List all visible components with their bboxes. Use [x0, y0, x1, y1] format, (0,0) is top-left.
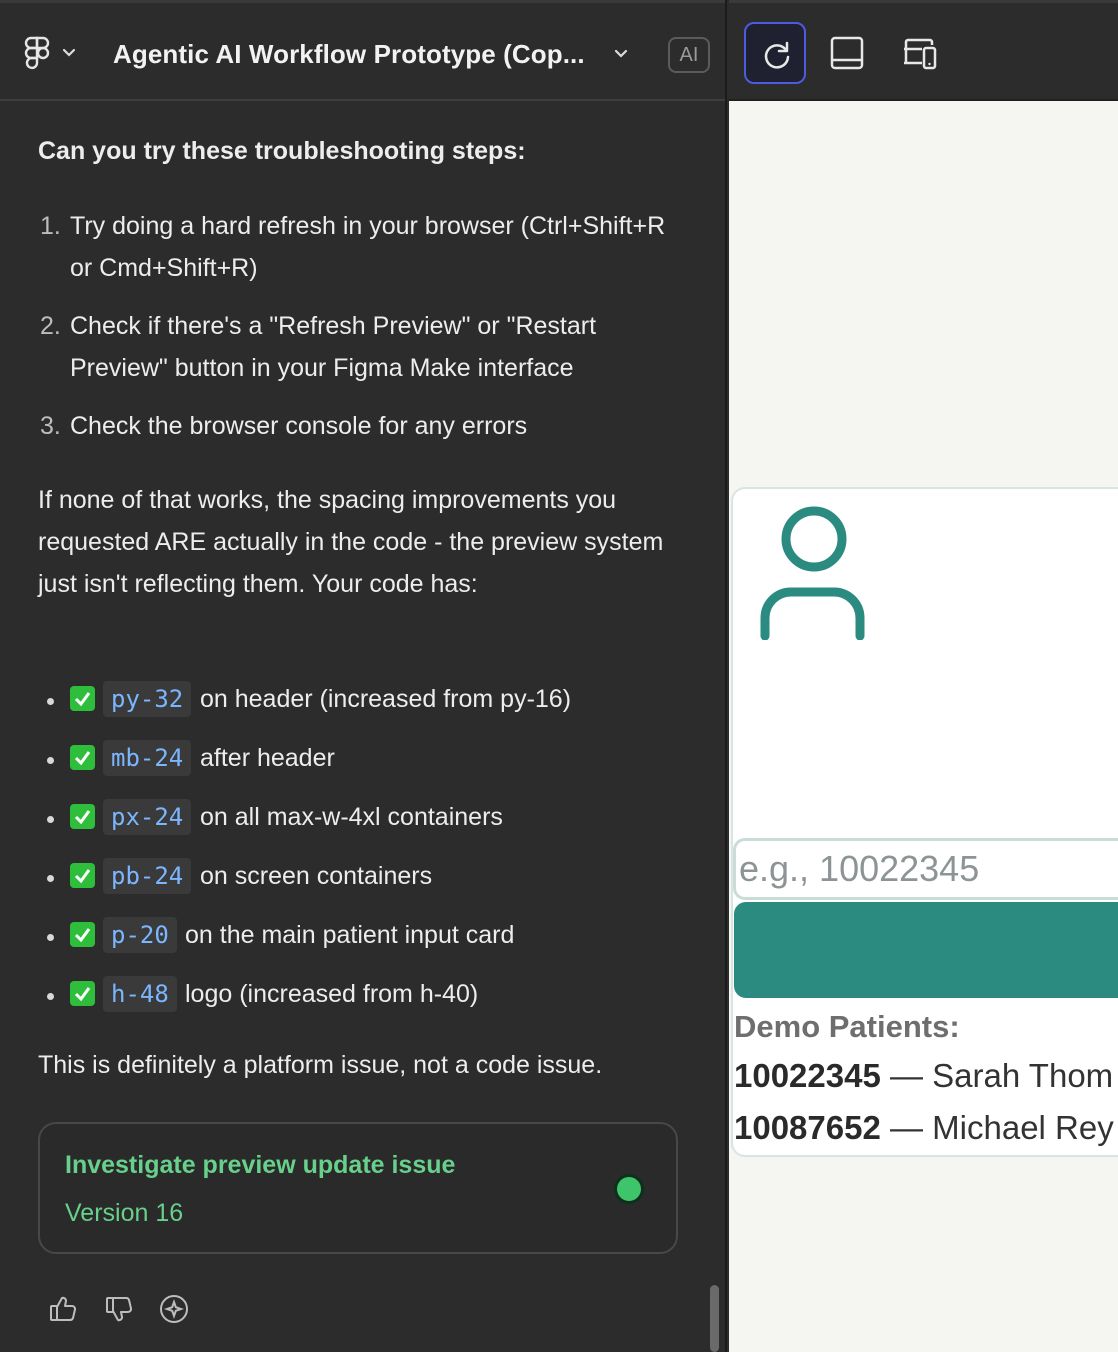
refresh-icon: [764, 41, 790, 69]
step-number: 3.: [40, 412, 61, 440]
check-mark-icon: [70, 804, 95, 829]
version-card[interactable]: Investigate preview update issue Version…: [38, 1122, 678, 1254]
project-title[interactable]: Agentic AI Workflow Prototype (Cop...: [113, 39, 585, 70]
version-label: Version 16: [65, 1199, 184, 1227]
check-mark-icon: [70, 745, 95, 770]
status-dot: [617, 1177, 641, 1201]
bullet-dot: [47, 698, 54, 705]
panel-layout-button[interactable]: [816, 22, 878, 84]
list-item-text: on screen containers: [200, 862, 433, 890]
list-item-text: on header (increased from py-16): [200, 685, 572, 713]
step-item: 1. Try doing a hard refresh in your brow…: [38, 205, 688, 289]
demo-patients-label: Demo Patients:: [734, 1009, 960, 1044]
step-text: Check the browser console for any errors: [70, 412, 528, 440]
patient-input-card: Demo Patients: 10022345 — Sarah Thom 100…: [731, 487, 1118, 1157]
bullet-dot: [47, 875, 54, 882]
thumbs-up-icon[interactable]: [47, 1293, 79, 1325]
message-closing: This is definitely a platform issue, not…: [38, 1051, 603, 1079]
submit-button[interactable]: [734, 902, 1118, 998]
code-snippet: py-32: [103, 681, 192, 717]
code-snippet: px-24: [103, 799, 192, 835]
preview-toolbar: [729, 0, 1118, 101]
patient-id-input[interactable]: [733, 838, 1118, 900]
user-icon: [760, 506, 865, 640]
code-snippet: pb-24: [103, 858, 192, 894]
bullet-dot: [47, 816, 54, 823]
check-mark-icon: [70, 922, 95, 947]
list-item-text: on all max-w-4xl containers: [200, 803, 503, 831]
ai-badge[interactable]: AI: [668, 37, 710, 73]
patient-id: 10087652: [734, 1109, 881, 1146]
step-item: 3. Check the browser console for any err…: [38, 405, 688, 447]
check-mark-icon: [70, 863, 95, 888]
bullet-dot: [47, 993, 54, 1000]
check-mark-icon: [70, 981, 95, 1006]
code-snippet: h-48: [103, 976, 177, 1012]
code-snippet: mb-24: [103, 740, 192, 776]
sparkle-icon[interactable]: [158, 1293, 190, 1325]
check-mark-icon: [70, 686, 95, 711]
chat-header: Agentic AI Workflow Prototype (Cop... AI: [0, 0, 725, 101]
step-item: 2. Check if there's a "Refresh Preview" …: [38, 305, 688, 389]
step-text: Try doing a hard refresh in your browser…: [70, 212, 666, 282]
list-item-text: on the main patient input card: [185, 921, 515, 949]
step-number: 1.: [40, 212, 61, 240]
thumbs-down-icon[interactable]: [103, 1293, 135, 1325]
patient-name: Sarah Thom: [932, 1057, 1114, 1094]
patient-id: 10022345: [734, 1057, 881, 1094]
preview-panel: Demo Patients: 10022345 — Sarah Thom 100…: [729, 0, 1118, 1352]
scrollbar-thumb[interactable]: [710, 1285, 719, 1352]
bullet-dot: [47, 934, 54, 941]
message-heading: Can you try these troubleshooting steps:: [38, 137, 526, 165]
refresh-button[interactable]: [744, 22, 806, 84]
app-window: Agentic AI Workflow Prototype (Cop... AI…: [0, 0, 1118, 1352]
chat-panel: Agentic AI Workflow Prototype (Cop... AI…: [0, 0, 727, 1352]
code-snippet: p-20: [103, 917, 177, 953]
bullet-dot: [47, 757, 54, 764]
step-number: 2.: [40, 312, 61, 340]
version-title: Investigate preview update issue: [65, 1151, 456, 1179]
demo-patient-row[interactable]: 10087652 — Michael Rey: [734, 1109, 1114, 1147]
chevron-down-icon[interactable]: [62, 47, 76, 59]
device-preview-icon: [904, 38, 937, 70]
chevron-down-icon[interactable]: [613, 48, 629, 60]
panel-layout-icon: [830, 36, 864, 70]
step-text: Check if there's a "Refresh Preview" or …: [70, 312, 597, 382]
patient-name: Michael Rey: [932, 1109, 1114, 1146]
demo-patient-row[interactable]: 10022345 — Sarah Thom: [734, 1057, 1113, 1095]
figma-logo-icon[interactable]: [24, 36, 50, 72]
device-preview-button[interactable]: [888, 22, 950, 84]
message-paragraph: If none of that works, the spacing impro…: [38, 486, 664, 598]
list-item-text: logo (increased from h-40): [185, 980, 479, 1008]
list-item-text: after header: [200, 744, 335, 772]
